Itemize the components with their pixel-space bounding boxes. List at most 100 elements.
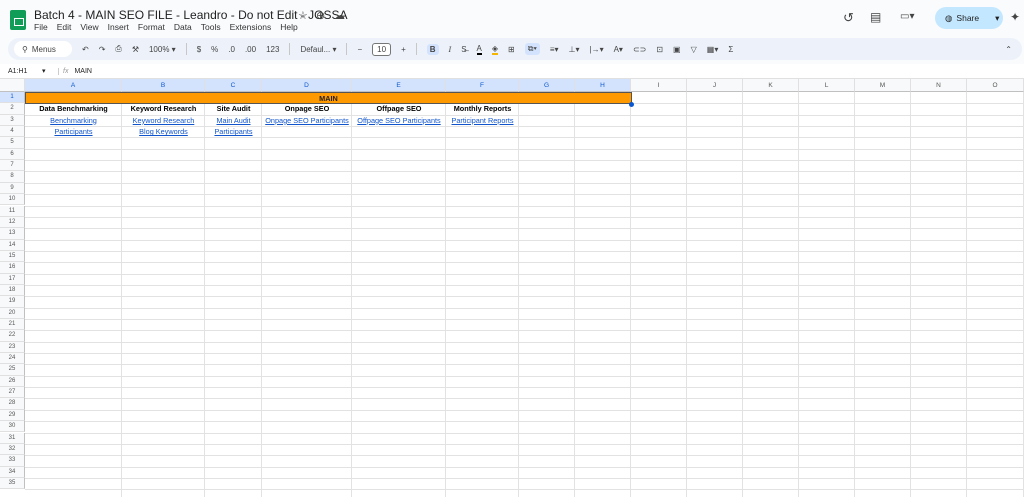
meet-icon[interactable]: ▭▾ [900, 11, 914, 22]
italic-button[interactable]: I [449, 45, 452, 54]
row-header-15[interactable]: 15 [0, 250, 25, 263]
row-header-16[interactable]: 16 [0, 262, 25, 274]
column-header-b[interactable]: B [122, 79, 205, 92]
row-header-26[interactable]: 26 [0, 375, 25, 388]
row-header-29[interactable]: 29 [0, 409, 25, 422]
sheet-link[interactable]: Participants [25, 126, 122, 137]
text-wrap-icon[interactable]: |→▾ [589, 45, 603, 54]
menu-data[interactable]: Data [174, 22, 192, 32]
column-header-j[interactable]: J [687, 79, 743, 92]
menu-insert[interactable]: Insert [108, 22, 129, 32]
paint-format-icon[interactable]: ⚒ [132, 45, 139, 54]
column-header-n[interactable]: N [911, 79, 967, 92]
column-header-f[interactable]: F [446, 79, 519, 92]
sheet-link[interactable]: Benchmarking [25, 115, 122, 126]
chevron-down-icon[interactable]: ▾ [42, 67, 58, 75]
row-header-13[interactable]: 13 [0, 228, 25, 240]
vertical-align-icon[interactable]: ⊥▾ [569, 45, 580, 54]
row-header-31[interactable]: 31 [0, 432, 25, 444]
zoom-select[interactable]: 100% ▾ [149, 45, 176, 54]
formula-input[interactable]: MAIN [74, 68, 92, 75]
percent-button[interactable]: % [211, 45, 218, 54]
font-select[interactable]: Defaul... ▾ [300, 45, 336, 54]
chart-icon[interactable]: ▣ [673, 45, 681, 54]
row-header-6[interactable]: 6 [0, 148, 25, 161]
row-header-33[interactable]: 33 [0, 455, 25, 467]
increase-font-size-icon[interactable]: + [401, 45, 406, 54]
spreadsheet-grid[interactable]: A B C D E F G H I J K L M N O 1 2 3 4 5 6 7 8 9 10 11 12 13 14 15 16 17… [0, 79, 1024, 497]
row-header-22[interactable]: 22 [0, 330, 25, 342]
row-header-28[interactable]: 28 [0, 398, 25, 410]
row-header-30[interactable]: 30 [0, 421, 25, 433]
comments-icon[interactable]: ▤ [870, 10, 881, 24]
font-size-input[interactable]: 10 [372, 42, 392, 56]
row-header-32[interactable]: 32 [0, 443, 25, 456]
row-header-10[interactable]: 10 [0, 194, 25, 206]
decrease-decimal-button[interactable]: .0 [228, 45, 235, 54]
menu-edit[interactable]: Edit [57, 22, 72, 32]
row-header-4[interactable]: 4 [0, 126, 25, 138]
row-header-2[interactable]: 2 [0, 103, 25, 115]
menu-tools[interactable]: Tools [201, 22, 221, 32]
column-header-g[interactable]: G [519, 79, 575, 92]
sheet-link[interactable]: Participant Reports [446, 115, 519, 126]
sheet-link[interactable]: Main Audit [205, 115, 262, 126]
cloud-status-icon[interactable]: ☁ [334, 9, 345, 22]
row-header-19[interactable]: 19 [0, 296, 25, 308]
redo-icon[interactable]: ↷ [99, 45, 106, 54]
column-header-h[interactable]: H [575, 79, 631, 92]
row-header-8[interactable]: 8 [0, 171, 25, 183]
decrease-font-size-icon[interactable]: − [357, 45, 362, 54]
menu-help[interactable]: Help [280, 22, 297, 32]
sheet-link[interactable]: Offpage SEO Participants [352, 115, 446, 126]
row-header-14[interactable]: 14 [0, 239, 25, 251]
row-header-3[interactable]: 3 [0, 114, 25, 127]
version-history-icon[interactable]: ↺ [843, 10, 854, 26]
chevron-down-icon[interactable]: ▾ [995, 13, 999, 24]
row-header-21[interactable]: 21 [0, 319, 25, 331]
row-header-20[interactable]: 20 [0, 307, 25, 319]
menus-search[interactable]: ⚲ Menus [14, 41, 72, 57]
borders-icon[interactable]: ⊞ [508, 45, 515, 54]
column-header-k[interactable]: K [743, 79, 799, 92]
column-header-o[interactable]: O [967, 79, 1024, 92]
row-header-1[interactable]: 1 [0, 92, 25, 104]
strikethrough-icon[interactable]: S̶ [461, 45, 466, 54]
menu-format[interactable]: Format [138, 22, 165, 32]
collapse-toolbar-icon[interactable]: ⌃ [1005, 45, 1012, 54]
selection-handle[interactable] [629, 102, 634, 108]
bold-button[interactable]: B [426, 43, 439, 55]
increase-decimal-button[interactable]: .00 [245, 45, 256, 54]
column-header-i[interactable]: I [631, 79, 687, 92]
gemini-icon[interactable]: ✦ [1010, 10, 1020, 24]
undo-icon[interactable]: ↶ [82, 45, 89, 54]
sheet-link[interactable]: Keyword Research [122, 115, 205, 126]
column-header-e[interactable]: E [352, 79, 446, 92]
text-rotation-icon[interactable]: A▾ [614, 45, 623, 54]
row-header-35[interactable]: 35 [0, 477, 25, 490]
fill-color-icon[interactable]: ◈ [491, 44, 499, 55]
sheet-link[interactable]: Onpage SEO Participants [262, 115, 352, 126]
row-header-24[interactable]: 24 [0, 353, 25, 365]
share-button[interactable]: ◍ Share ▾ [935, 7, 1003, 29]
merge-cells-icon[interactable]: ⧉▾ [524, 43, 540, 55]
currency-button[interactable]: $ [197, 45, 201, 54]
text-color-icon[interactable]: A [476, 44, 482, 55]
functions-icon[interactable]: Σ [728, 45, 733, 54]
print-icon[interactable]: ⎙ [115, 44, 121, 54]
filter-views-icon[interactable]: ▦▾ [707, 45, 719, 54]
comment-icon[interactable]: ⊡ [656, 45, 663, 54]
name-box[interactable]: A1:H1 [0, 68, 42, 75]
row-header-11[interactable]: 11 [0, 205, 25, 217]
column-header-d[interactable]: D [262, 79, 352, 92]
column-header-c[interactable]: C [205, 79, 262, 92]
row-header-9[interactable]: 9 [0, 182, 25, 195]
row-header-34[interactable]: 34 [0, 466, 25, 478]
horizontal-align-icon[interactable]: ≡▾ [550, 45, 559, 54]
column-header-m[interactable]: M [855, 79, 911, 92]
row-header-12[interactable]: 12 [0, 216, 25, 229]
sheet-link[interactable]: Participants [205, 126, 262, 137]
row-header-5[interactable]: 5 [0, 137, 25, 149]
menu-extensions[interactable]: Extensions [230, 22, 272, 32]
corner-cell[interactable] [0, 79, 25, 92]
